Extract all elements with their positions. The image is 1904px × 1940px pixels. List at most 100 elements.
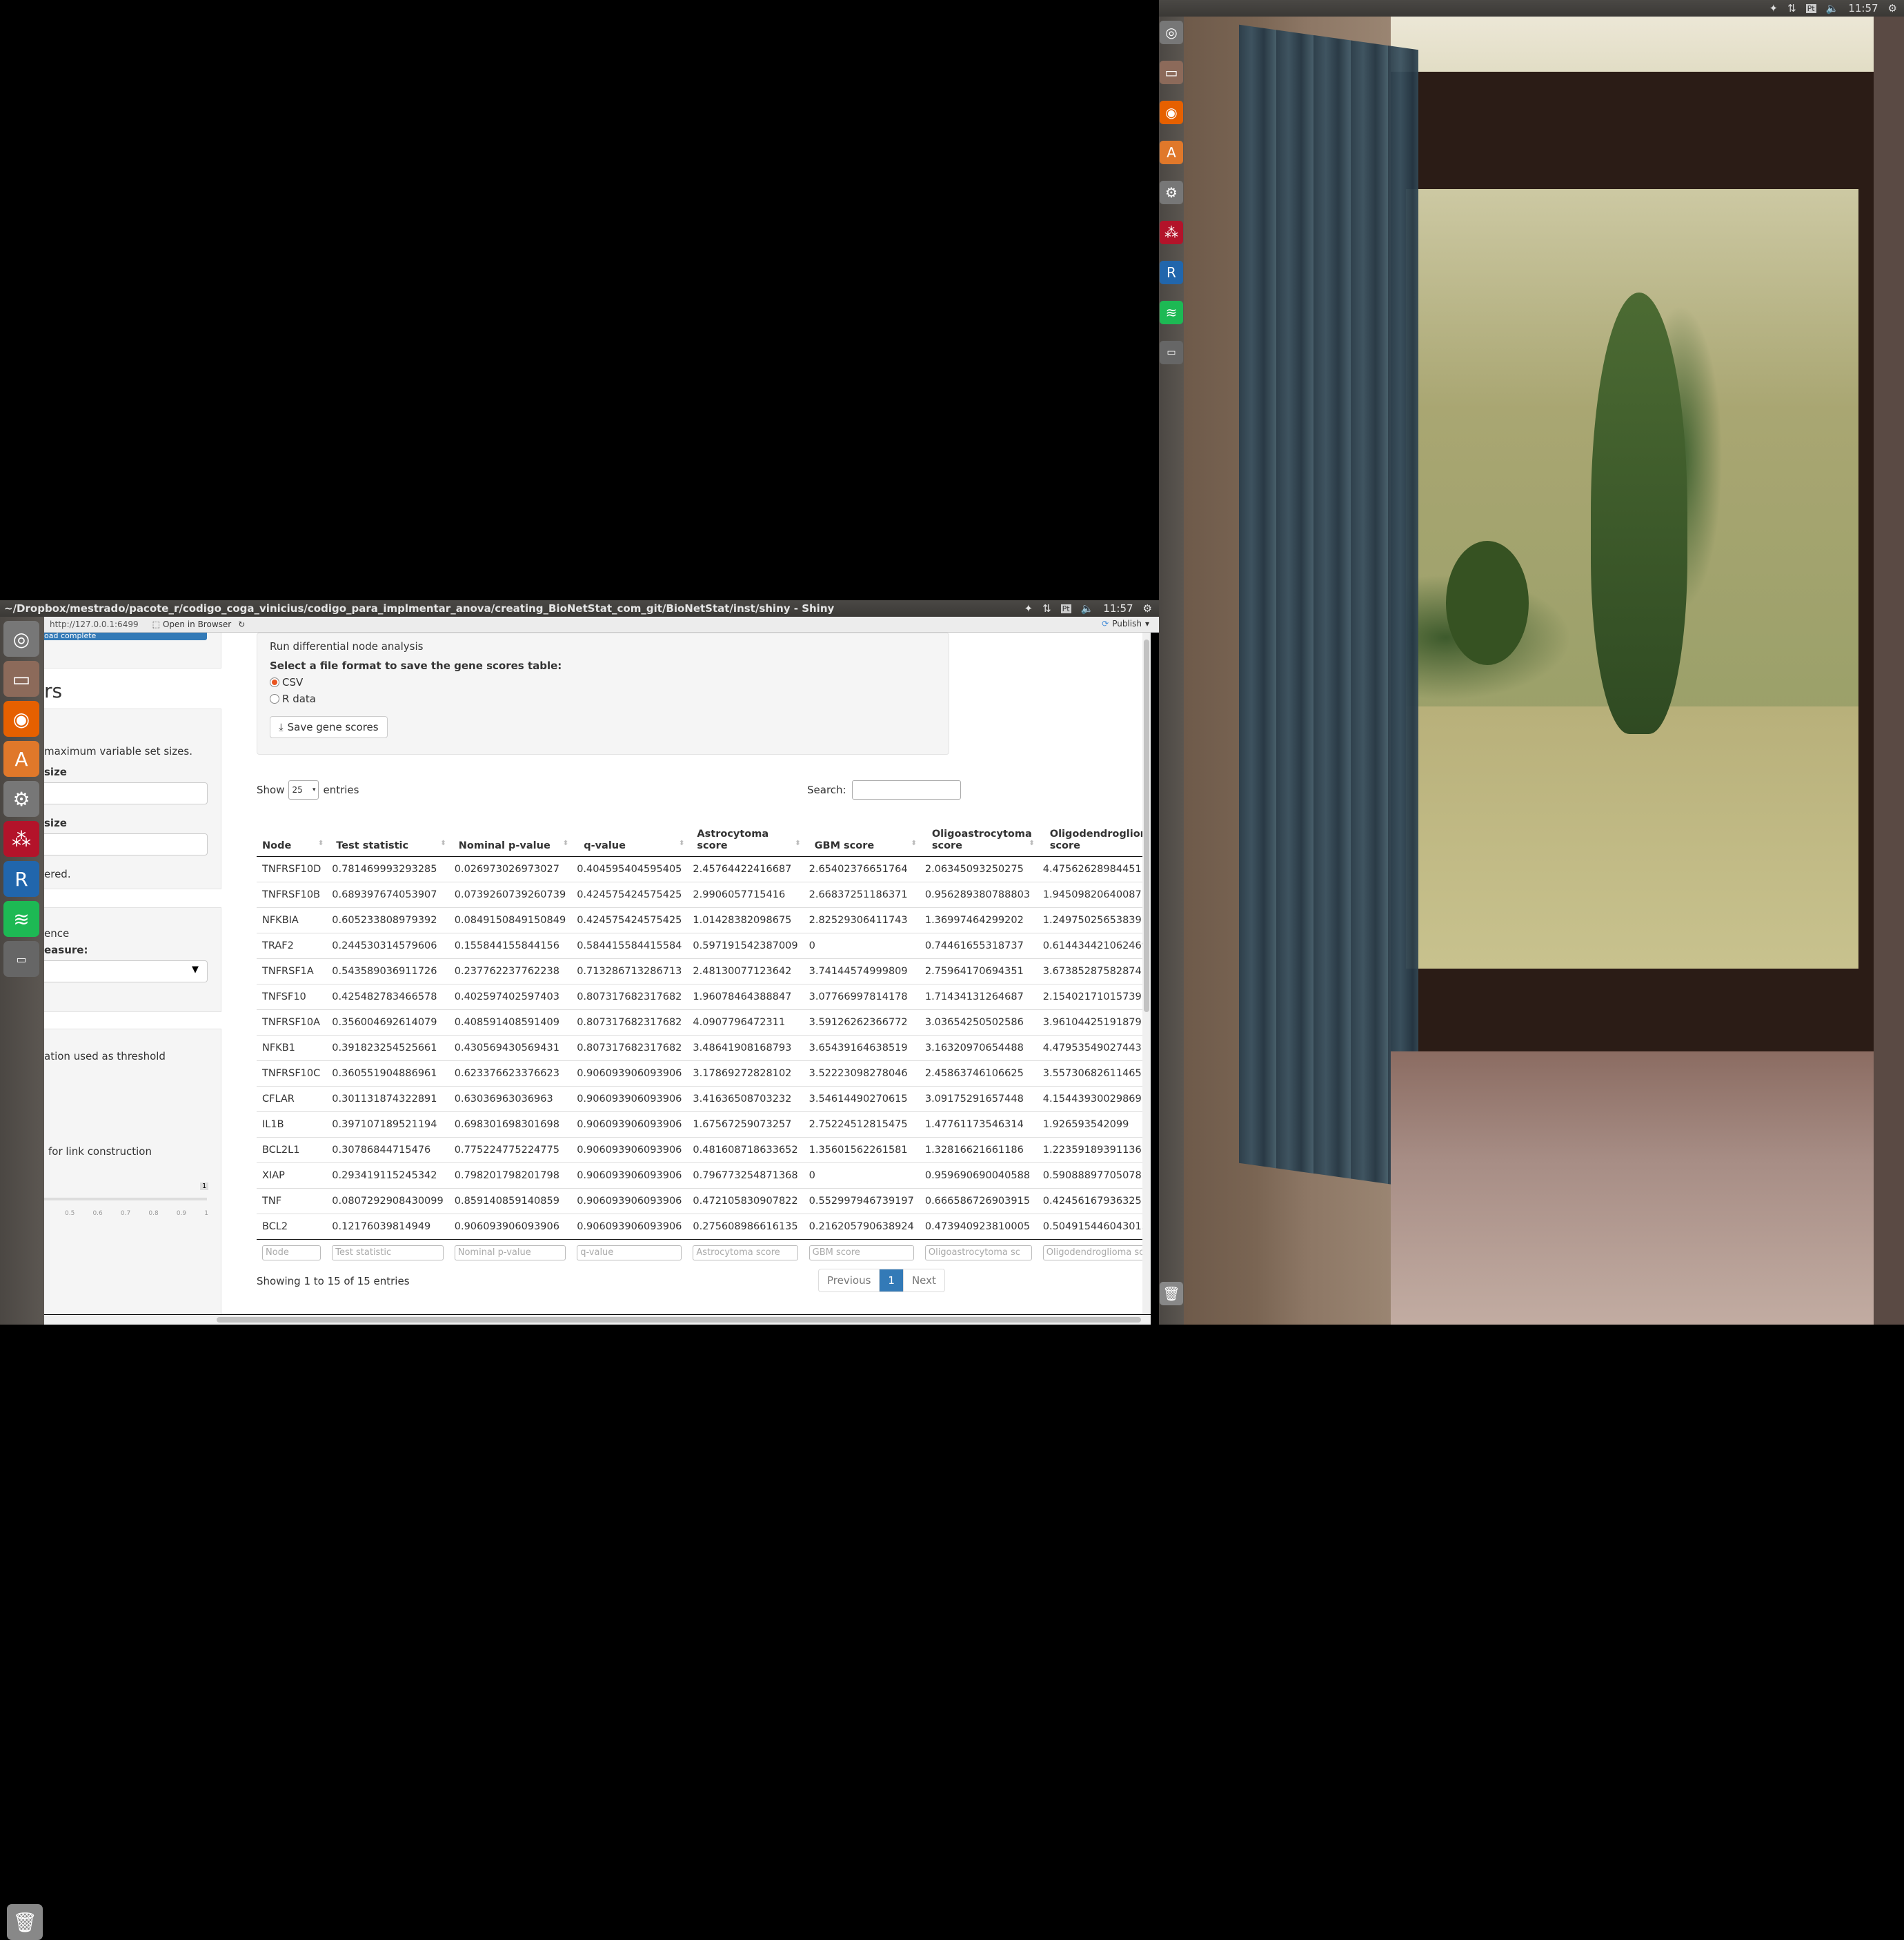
- ubuntu-dash-icon[interactable]: ◎: [1160, 21, 1183, 44]
- save-gene-scores-button[interactable]: ⤓ Save gene scores: [270, 716, 388, 738]
- firefox-icon[interactable]: ◉: [1160, 101, 1183, 124]
- clock[interactable]: 11:57: [1103, 602, 1133, 615]
- table-row[interactable]: TNF 0.0807292908430099 0.859140859140859 0.…: [257, 1188, 1151, 1214]
- column-header[interactable]: Astrocytoma score ⬍: [687, 813, 804, 857]
- refresh-icon[interactable]: ↻: [238, 620, 245, 629]
- column-header[interactable]: Nominal p-value ⬍: [448, 813, 572, 857]
- gear-icon[interactable]: ⚙: [1888, 2, 1897, 14]
- table-row[interactable]: CFLAR 0.301131874322891 0.63036963036963 0.…: [257, 1086, 1151, 1112]
- files-icon[interactable]: ▭: [3, 661, 39, 697]
- next-page-button[interactable]: Next: [904, 1269, 944, 1291]
- format-option-csv[interactable]: CSV: [270, 676, 303, 689]
- spotify-icon[interactable]: ≋: [1160, 301, 1183, 324]
- rstudio-icon[interactable]: R: [3, 861, 39, 897]
- min-size-input[interactable]: [44, 782, 208, 804]
- column-header[interactable]: Test statistic ⬍: [326, 813, 449, 857]
- software-center-icon[interactable]: A: [3, 741, 39, 777]
- scrollbar-thumb[interactable]: [217, 1317, 1141, 1323]
- previous-page-button[interactable]: Previous: [819, 1269, 880, 1291]
- volume-icon[interactable]: 🔈: [1826, 2, 1839, 14]
- table-cell: 2.65402376651764: [803, 856, 920, 882]
- table-cell: 0.424575424575425: [571, 882, 688, 908]
- measure-select[interactable]: ▼: [44, 960, 208, 982]
- network-icon[interactable]: ⇅: [1042, 602, 1051, 615]
- settings-icon[interactable]: ⚙: [1160, 181, 1183, 204]
- search-input[interactable]: [851, 780, 961, 800]
- filter-input[interactable]: Nominal p-value: [454, 1245, 566, 1260]
- filter-input[interactable]: Test statistic: [332, 1245, 444, 1260]
- rstudio-icon[interactable]: R: [1160, 261, 1183, 284]
- mendeley-icon[interactable]: ⁂: [1160, 221, 1183, 244]
- filter-input[interactable]: Oligoastrocytoma sc: [924, 1245, 1032, 1260]
- radio-selected-icon[interactable]: [270, 677, 279, 687]
- column-header[interactable]: Oligodendroglioma score: [1037, 813, 1151, 857]
- table-row[interactable]: TNFRSF10C 0.360551904886961 0.623376623376…: [257, 1060, 1151, 1087]
- column-header[interactable]: GBM score ⬍: [803, 813, 920, 857]
- gear-icon[interactable]: ⚙: [1143, 602, 1152, 615]
- table-cell: 0.906093906093906: [571, 1111, 688, 1138]
- filter-input[interactable]: GBM score: [809, 1245, 914, 1260]
- table-row[interactable]: TNFRSF10D 0.781469993293285 0.026973026973…: [257, 856, 1151, 882]
- table-row[interactable]: NFKB1 0.391823254525661 0.430569430569431 0…: [257, 1035, 1151, 1061]
- filter-input[interactable]: Oligodendroglioma sc: [1042, 1245, 1151, 1260]
- window-titlebar[interactable]: ~/Dropbox/mestrado/pacote_r/codigo_coga_…: [0, 600, 1159, 617]
- dropbox-icon[interactable]: ✦: [1769, 2, 1778, 14]
- table-cell: 0.906093906093906: [571, 1086, 688, 1112]
- clock[interactable]: 11:57: [1848, 2, 1878, 14]
- format-option-rdata[interactable]: R data: [270, 693, 316, 705]
- publish-button[interactable]: ⟳ Publish ▾: [1102, 619, 1149, 628]
- trash-icon[interactable]: 🗑: [1160, 1282, 1183, 1305]
- table-row[interactable]: TRAF2 0.244530314579606 0.155844155844156 0…: [257, 933, 1151, 959]
- open-in-browser-button[interactable]: ⬚ Open in Browser: [152, 620, 232, 629]
- ubuntu-dash-icon[interactable]: ◎: [3, 621, 39, 657]
- network-icon[interactable]: ⇅: [1787, 2, 1796, 14]
- slider-track[interactable]: [44, 1198, 207, 1200]
- column-header[interactable]: q-value ⬍: [571, 813, 688, 857]
- table-row[interactable]: IL1B 0.397107189521194 0.698301698301698 0.…: [257, 1111, 1151, 1138]
- export-panel: Run differential node analysis Select a …: [257, 633, 949, 755]
- table-row[interactable]: BCL2 0.12176039814949 0.906093906093906 0.9…: [257, 1214, 1151, 1240]
- settings-icon[interactable]: ⚙: [3, 781, 39, 817]
- mendeley-icon[interactable]: ⁂: [3, 821, 39, 857]
- filter-input[interactable]: q-value: [577, 1245, 682, 1260]
- window-icon[interactable]: ▭: [3, 941, 39, 977]
- table-row[interactable]: NFKBIA 0.605233808979392 0.084915084915084…: [257, 907, 1151, 933]
- firefox-icon[interactable]: ◉: [3, 701, 39, 737]
- horizontal-scrollbar[interactable]: [44, 1315, 1151, 1325]
- files-icon[interactable]: ▭: [1160, 61, 1183, 84]
- radio-icon[interactable]: [270, 694, 279, 704]
- node-cell: TNF: [257, 1188, 327, 1214]
- keyboard-icon[interactable]: Pt: [1805, 3, 1816, 13]
- table-row[interactable]: TNFRSF10A 0.356004692614079 0.408591408591…: [257, 1009, 1151, 1036]
- column-header-label: Oligodendroglioma score: [1049, 829, 1151, 851]
- table-cell: 0.424561679363251: [1037, 1188, 1151, 1214]
- sort-icon: ⬍: [795, 840, 801, 847]
- vertical-scrollbar[interactable]: [1142, 633, 1151, 1314]
- table-cell: 0.0807292908430099: [326, 1188, 449, 1214]
- trash-icon[interactable]: 🗑: [7, 1904, 43, 1940]
- table-row[interactable]: BCL2L1 0.30786844715476 0.775224775224775 0…: [257, 1137, 1151, 1163]
- table-row[interactable]: TNFSF10 0.425482783466578 0.40259740259740…: [257, 984, 1151, 1010]
- window-icon[interactable]: ▭: [1160, 341, 1183, 364]
- max-size-input[interactable]: [44, 833, 208, 855]
- table-row[interactable]: XIAP 0.293419115245342 0.798201798201798 0.…: [257, 1162, 1151, 1189]
- entries-select[interactable]: 25 ▾: [288, 780, 319, 800]
- table-row[interactable]: TNFRSF1A 0.543589036911726 0.2377622377622…: [257, 958, 1151, 984]
- table-cell: 0.781469993293285: [326, 856, 449, 882]
- entries-value: 25: [292, 785, 303, 795]
- table-cell: 0.402597402597403: [448, 984, 572, 1010]
- keyboard-icon[interactable]: Pt: [1060, 604, 1071, 613]
- column-header[interactable]: Node ⬍: [257, 813, 327, 857]
- table-cell: 3.41636508703232: [687, 1086, 804, 1112]
- volume-icon[interactable]: 🔈: [1081, 602, 1094, 615]
- software-center-icon[interactable]: A: [1160, 141, 1183, 164]
- spotify-icon[interactable]: ≋: [3, 901, 39, 937]
- scrollbar-thumb[interactable]: [1144, 640, 1149, 1012]
- filter-input[interactable]: Node: [262, 1245, 321, 1260]
- dropbox-icon[interactable]: ✦: [1024, 602, 1033, 615]
- publish-icon: ⟳: [1102, 619, 1109, 628]
- table-row[interactable]: TNFRSF10B 0.689397674053907 0.073926073926…: [257, 882, 1151, 908]
- page-1-button[interactable]: 1: [880, 1269, 904, 1291]
- filter-input[interactable]: Astrocytoma score: [693, 1245, 798, 1260]
- column-header[interactable]: Oligoastrocytoma score ⬍: [919, 813, 1038, 857]
